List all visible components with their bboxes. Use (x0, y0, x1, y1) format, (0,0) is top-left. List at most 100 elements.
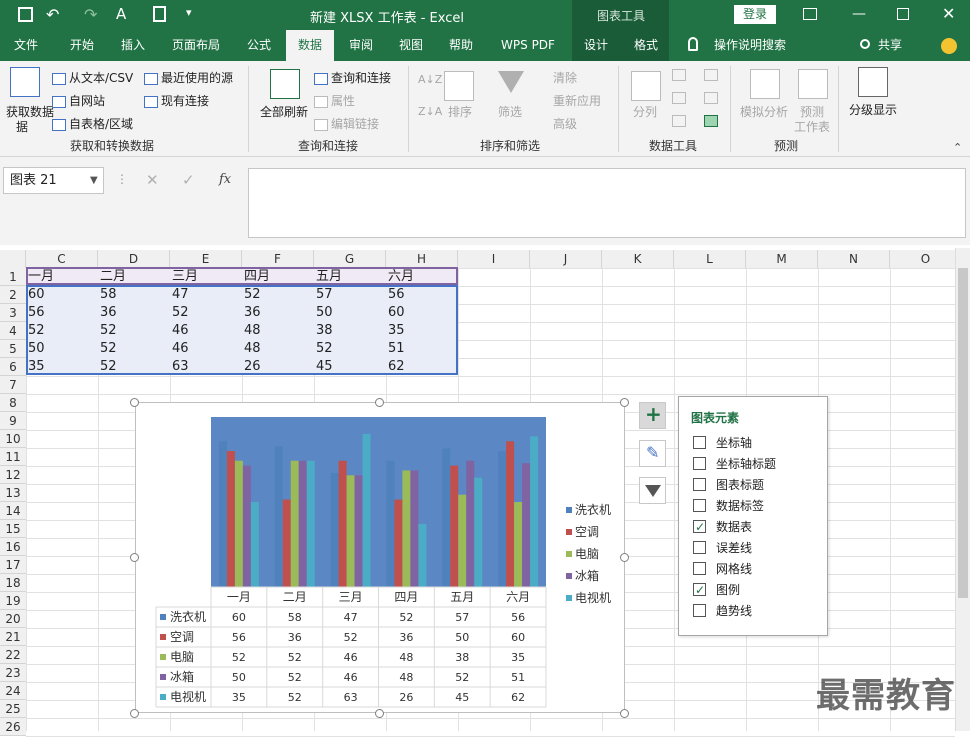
cell[interactable]: 三月 (170, 268, 242, 286)
bar[interactable] (298, 460, 307, 587)
cell[interactable]: 51 (386, 340, 458, 358)
cell[interactable]: 五月 (314, 268, 386, 286)
sort-az-icon[interactable]: A↓Z (418, 73, 442, 86)
funnel-icon[interactable] (498, 71, 524, 93)
legend-key[interactable] (566, 507, 572, 513)
outline-icon[interactable] (858, 67, 888, 97)
row-header[interactable]: 4 (0, 322, 26, 340)
cell[interactable]: 52 (314, 340, 386, 358)
row-header[interactable]: 16 (0, 538, 26, 556)
save-icon[interactable] (18, 7, 33, 22)
legend-key[interactable] (566, 573, 572, 579)
resize-handle[interactable] (130, 709, 139, 718)
login-button[interactable]: 登录 (734, 5, 776, 24)
resize-handle[interactable] (375, 709, 384, 718)
column-header[interactable]: E (170, 250, 242, 268)
row-header[interactable]: 6 (0, 358, 26, 376)
column-header[interactable]: K (602, 250, 674, 268)
checkbox[interactable] (693, 499, 706, 512)
chart-area[interactable]: 一月 二月 三月 四月 五月 六月 洗衣机 60 58 47 52 57 56 空调 56 36 52 36 50 6… (135, 402, 625, 713)
legend-label[interactable]: 电脑 (575, 547, 599, 561)
row-header[interactable]: 5 (0, 340, 26, 358)
row-header[interactable]: 12 (0, 466, 26, 484)
cell[interactable]: 52 (242, 286, 314, 304)
queries-conn-button[interactable]: 查询和连接 (314, 69, 391, 86)
cell[interactable]: 52 (170, 304, 242, 322)
sort-dialog-icon[interactable] (444, 71, 474, 101)
row-header[interactable]: 26 (0, 718, 26, 736)
bar[interactable] (514, 502, 523, 587)
cell[interactable]: 一月 (26, 268, 98, 286)
cell[interactable]: 50 (314, 304, 386, 322)
cell[interactable]: 50 (26, 340, 98, 358)
refresh-all-button[interactable]: 全部刷新 (260, 103, 308, 120)
legend-label[interactable]: 电视机 (575, 590, 611, 605)
bar[interactable] (450, 465, 459, 587)
cell[interactable]: 60 (26, 286, 98, 304)
cell[interactable]: 六月 (386, 268, 458, 286)
existing-conn-button[interactable]: 现有连接 (144, 92, 209, 109)
print-preview-icon[interactable] (153, 6, 166, 22)
what-if-icon[interactable] (750, 69, 780, 99)
formula-input[interactable] (248, 168, 966, 238)
tell-me-search[interactable]: 操作说明搜索 (708, 30, 792, 61)
sort-button[interactable]: 排序 (448, 103, 472, 120)
cell[interactable]: 26 (242, 358, 314, 376)
bar[interactable] (466, 460, 475, 587)
cell[interactable]: 46 (170, 322, 242, 340)
cell[interactable]: 36 (242, 304, 314, 322)
column-header[interactable]: F (242, 250, 314, 268)
bar[interactable] (458, 494, 467, 587)
column-header[interactable]: O (890, 250, 962, 268)
row-header[interactable]: 18 (0, 574, 26, 592)
cell[interactable]: 52 (26, 322, 98, 340)
from-web-button[interactable]: 自网站 (52, 92, 105, 109)
column-header[interactable]: M (746, 250, 818, 268)
cancel-icon[interactable]: ✕ (146, 171, 159, 189)
column-header[interactable]: C (26, 250, 98, 268)
cell[interactable]: 60 (386, 304, 458, 322)
text-to-columns-icon[interactable] (631, 71, 661, 101)
row-header[interactable]: 22 (0, 646, 26, 664)
cell[interactable]: 63 (170, 358, 242, 376)
clear-filter-button[interactable]: 清除 (553, 69, 577, 86)
row-header[interactable]: 13 (0, 484, 26, 502)
properties-button[interactable]: 属性 (314, 92, 355, 109)
cell[interactable]: 48 (242, 340, 314, 358)
row-header[interactable]: 17 (0, 556, 26, 574)
row-header[interactable]: 24 (0, 682, 26, 700)
consolidate-icon[interactable] (704, 69, 718, 81)
plot-area[interactable] (211, 417, 546, 587)
checkbox[interactable] (693, 541, 706, 554)
maximize-button[interactable] (897, 8, 909, 20)
undo-icon[interactable]: ↶ (46, 5, 59, 24)
bar[interactable] (274, 446, 283, 587)
legend-key[interactable] (566, 551, 572, 557)
text-to-columns-button[interactable]: 分列 (633, 103, 657, 120)
ribbon-display-icon[interactable] (803, 8, 817, 20)
checkbox[interactable] (693, 478, 706, 491)
insert-function-icon[interactable]: fx (219, 172, 231, 187)
column-header[interactable]: J (530, 250, 602, 268)
legend-label[interactable]: 冰箱 (575, 568, 599, 583)
recent-sources-button[interactable]: 最近使用的源 (144, 69, 233, 86)
chart-element-option[interactable]: 坐标轴标题 (693, 455, 776, 473)
row-header[interactable]: 21 (0, 628, 26, 646)
tab-format[interactable]: 格式 (624, 30, 668, 61)
close-button[interactable]: ✕ (942, 4, 955, 23)
resize-handle[interactable] (620, 709, 629, 718)
column-header[interactable]: D (98, 250, 170, 268)
scroll-thumb[interactable] (958, 268, 968, 598)
row-header[interactable]: 1 (0, 268, 26, 286)
chart-element-option[interactable]: 图表标题 (693, 476, 764, 494)
row-header[interactable]: 2 (0, 286, 26, 304)
bar[interactable] (418, 523, 427, 587)
chart-elements-button[interactable]: + (639, 402, 666, 429)
redo-icon[interactable]: ↷ (84, 5, 97, 24)
tab-design[interactable]: 设计 (574, 30, 618, 61)
edit-links-button[interactable]: 编辑链接 (314, 115, 379, 132)
chart-svg[interactable]: 一月 二月 三月 四月 五月 六月洗衣机 60 58 47 52 57 56空调 56 36 52 36 50 6… (136, 403, 626, 714)
bar[interactable] (362, 434, 371, 587)
bar[interactable] (522, 463, 531, 587)
smiley-icon[interactable] (941, 38, 957, 54)
